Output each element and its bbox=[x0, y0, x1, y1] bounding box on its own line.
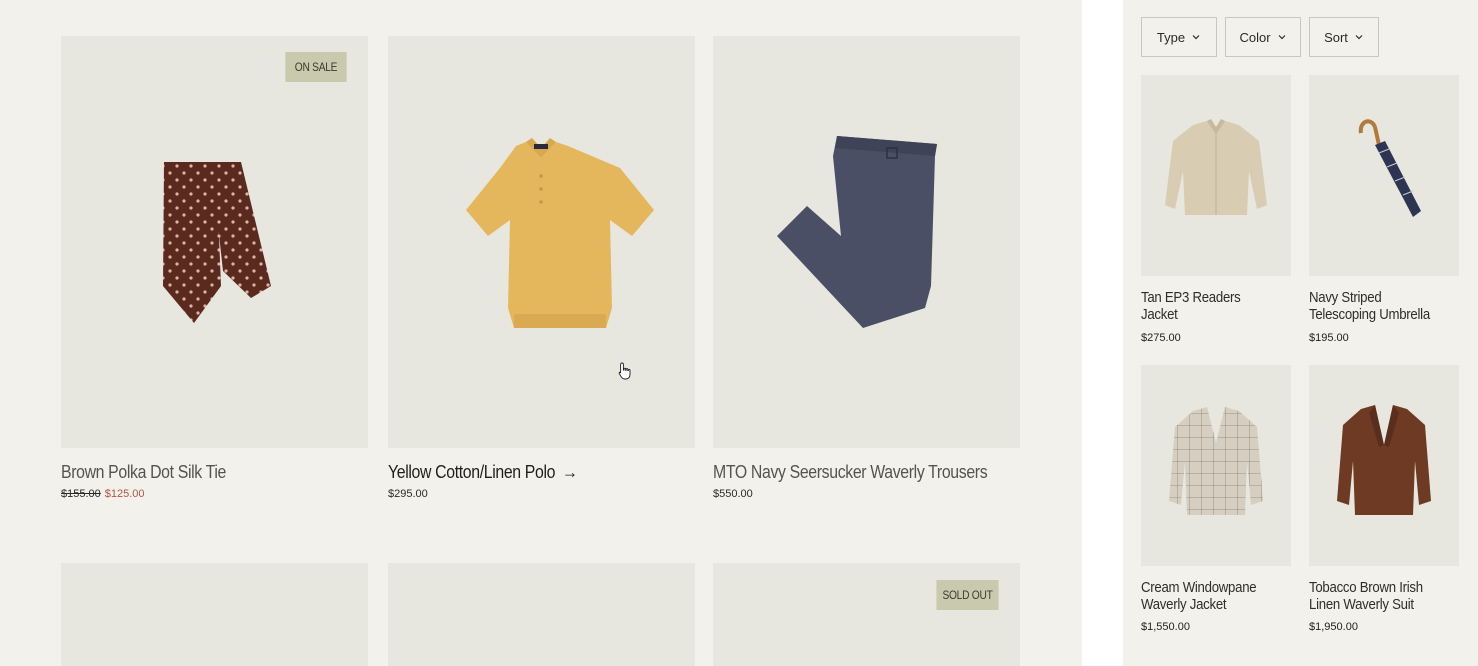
arrow-right-icon: → bbox=[562, 462, 578, 482]
product-image[interactable] bbox=[713, 563, 1020, 666]
filter-color-button[interactable]: Color bbox=[1225, 17, 1301, 57]
product-image[interactable] bbox=[61, 563, 368, 666]
product-price: $195.00 bbox=[1309, 332, 1349, 344]
sale-badge: ON SALE bbox=[285, 52, 347, 82]
product-image[interactable] bbox=[1309, 365, 1459, 566]
product-price: $1,950.00 bbox=[1309, 621, 1358, 633]
side-panel: Type Color Sort Tan EP3 Readers Jacket $… bbox=[1123, 0, 1478, 666]
hand-cursor-icon bbox=[618, 362, 631, 380]
filter-sort-button[interactable]: Sort bbox=[1309, 17, 1379, 57]
product-price: $550.00 bbox=[713, 488, 753, 500]
price-sale: $125.00 bbox=[104, 488, 145, 500]
product-price: $155.00 $125.00 bbox=[61, 488, 145, 500]
tie-icon bbox=[163, 162, 271, 323]
product-image[interactable] bbox=[1141, 365, 1291, 566]
product-name[interactable]: Navy Striped Telescoping Umbrella bbox=[1309, 289, 1450, 323]
jacket-icon bbox=[1165, 119, 1267, 215]
product-price: $295.00 bbox=[388, 488, 428, 500]
product-image[interactable] bbox=[388, 563, 695, 666]
umbrella-icon bbox=[1358, 119, 1421, 217]
chevron-down-icon bbox=[1355, 35, 1363, 40]
product-image[interactable] bbox=[1309, 75, 1459, 276]
product-name[interactable]: Tobacco Brown Irish Linen Waverly Suit bbox=[1309, 579, 1450, 613]
product-image[interactable] bbox=[388, 36, 695, 448]
product-grid: ON SALE Brown Polka Dot Silk Tie $155.00… bbox=[0, 0, 1082, 666]
product-image[interactable] bbox=[61, 36, 368, 448]
product-name[interactable]: MTO Navy Seersucker Waverly Trousers bbox=[713, 462, 988, 483]
product-name[interactable]: Tan EP3 Readers Jacket bbox=[1141, 289, 1264, 323]
suit-icon bbox=[1337, 405, 1431, 515]
product-price: $1,550.00 bbox=[1141, 621, 1190, 633]
price-original: $155.00 bbox=[61, 488, 101, 500]
blazer-icon bbox=[1169, 407, 1263, 515]
product-image[interactable] bbox=[1141, 75, 1291, 276]
trousers-icon bbox=[777, 136, 937, 328]
product-image[interactable] bbox=[713, 36, 1020, 448]
product-name[interactable]: Brown Polka Dot Silk Tie bbox=[61, 462, 226, 483]
sold-out-badge: SOLD OUT bbox=[936, 580, 999, 610]
product-name[interactable]: Cream Windowpane Waverly Jacket bbox=[1141, 579, 1264, 613]
chevron-down-icon bbox=[1278, 35, 1285, 40]
product-price: $275.00 bbox=[1141, 332, 1181, 344]
chevron-down-icon bbox=[1192, 35, 1200, 40]
polo-icon bbox=[466, 138, 654, 328]
filter-type-button[interactable]: Type bbox=[1141, 17, 1217, 57]
product-name[interactable]: Yellow Cotton/Linen Polo → bbox=[388, 462, 578, 483]
